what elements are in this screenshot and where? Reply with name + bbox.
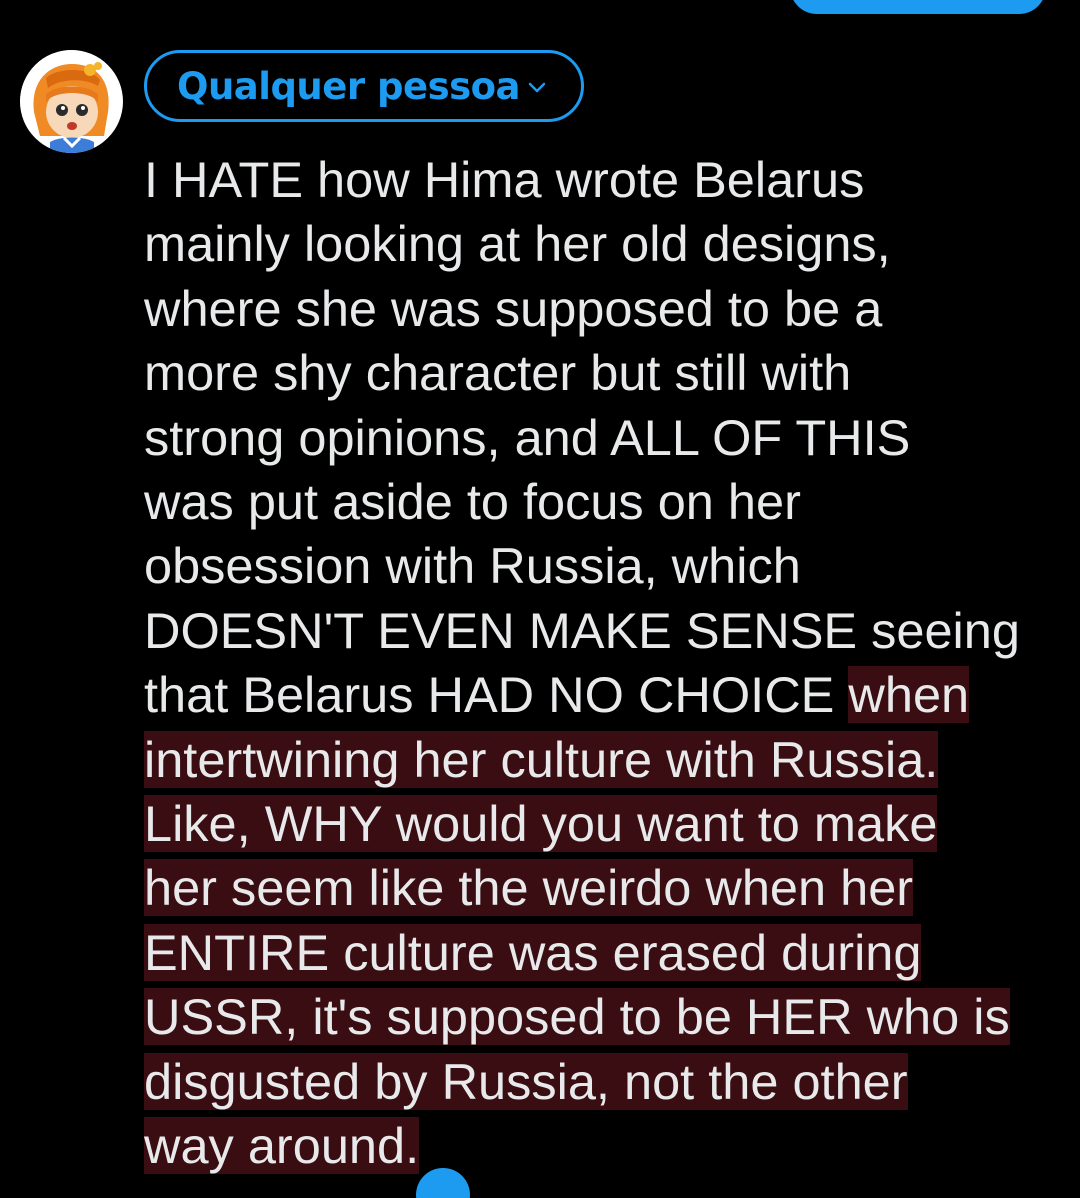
avatar-image [20, 50, 122, 153]
audience-label: Qualquer pessoa [177, 64, 521, 108]
post-button[interactable] [790, 0, 1046, 14]
chevron-down-icon [528, 82, 546, 93]
compose-text-over-limit: when intertwining her culture with Russi… [144, 666, 1010, 1175]
compose-text-area[interactable]: I HATE how Hima wrote Belarus mainly loo… [144, 148, 1064, 1179]
compose-text-within-limit: I HATE how Hima wrote Belarus mainly loo… [144, 151, 1020, 724]
avatar[interactable] [20, 50, 123, 153]
audience-selector[interactable]: Qualquer pessoa [144, 50, 584, 122]
